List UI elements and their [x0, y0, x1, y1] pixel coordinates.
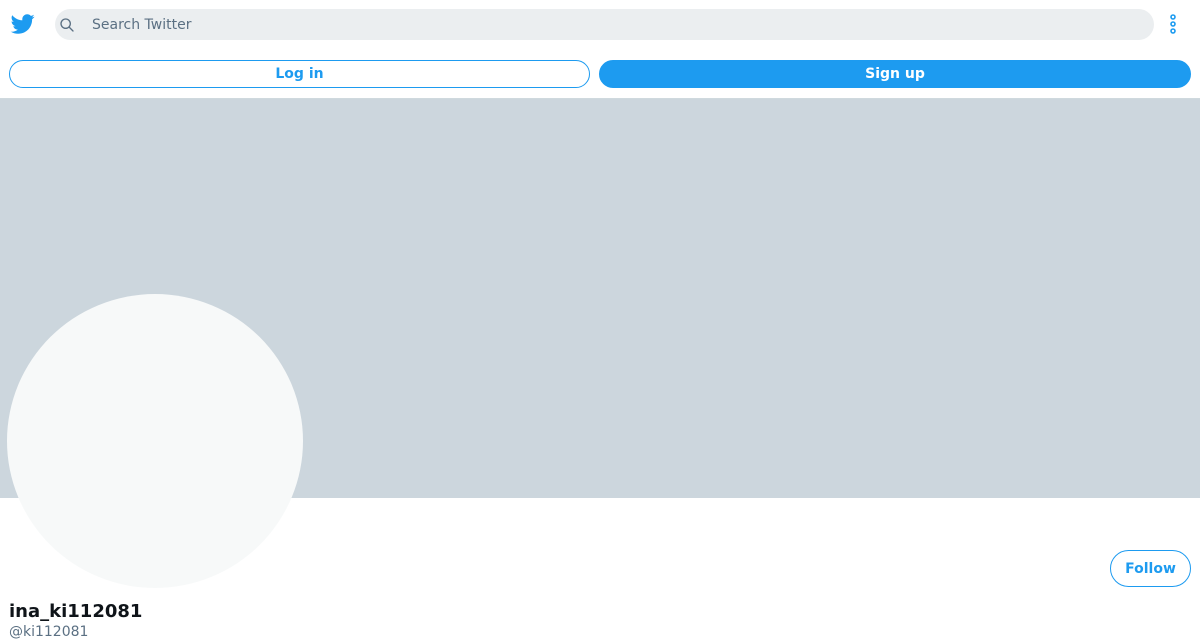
profile-display-name: ina_ki112081 — [9, 601, 143, 622]
search-bar[interactable] — [55, 9, 1154, 40]
twitter-bird-icon[interactable] — [10, 12, 36, 36]
profile-handle: @ki112081 — [9, 624, 89, 640]
signup-button[interactable]: Sign up — [599, 60, 1191, 88]
more-vertical-icon[interactable] — [1164, 13, 1182, 35]
auth-bar: Log in Sign up — [0, 48, 1200, 99]
top-bar — [0, 0, 1200, 48]
search-input[interactable] — [92, 9, 1132, 40]
follow-button[interactable]: Follow — [1110, 550, 1191, 587]
avatar[interactable] — [7, 294, 303, 588]
search-icon — [60, 18, 74, 32]
login-button[interactable]: Log in — [9, 60, 590, 88]
